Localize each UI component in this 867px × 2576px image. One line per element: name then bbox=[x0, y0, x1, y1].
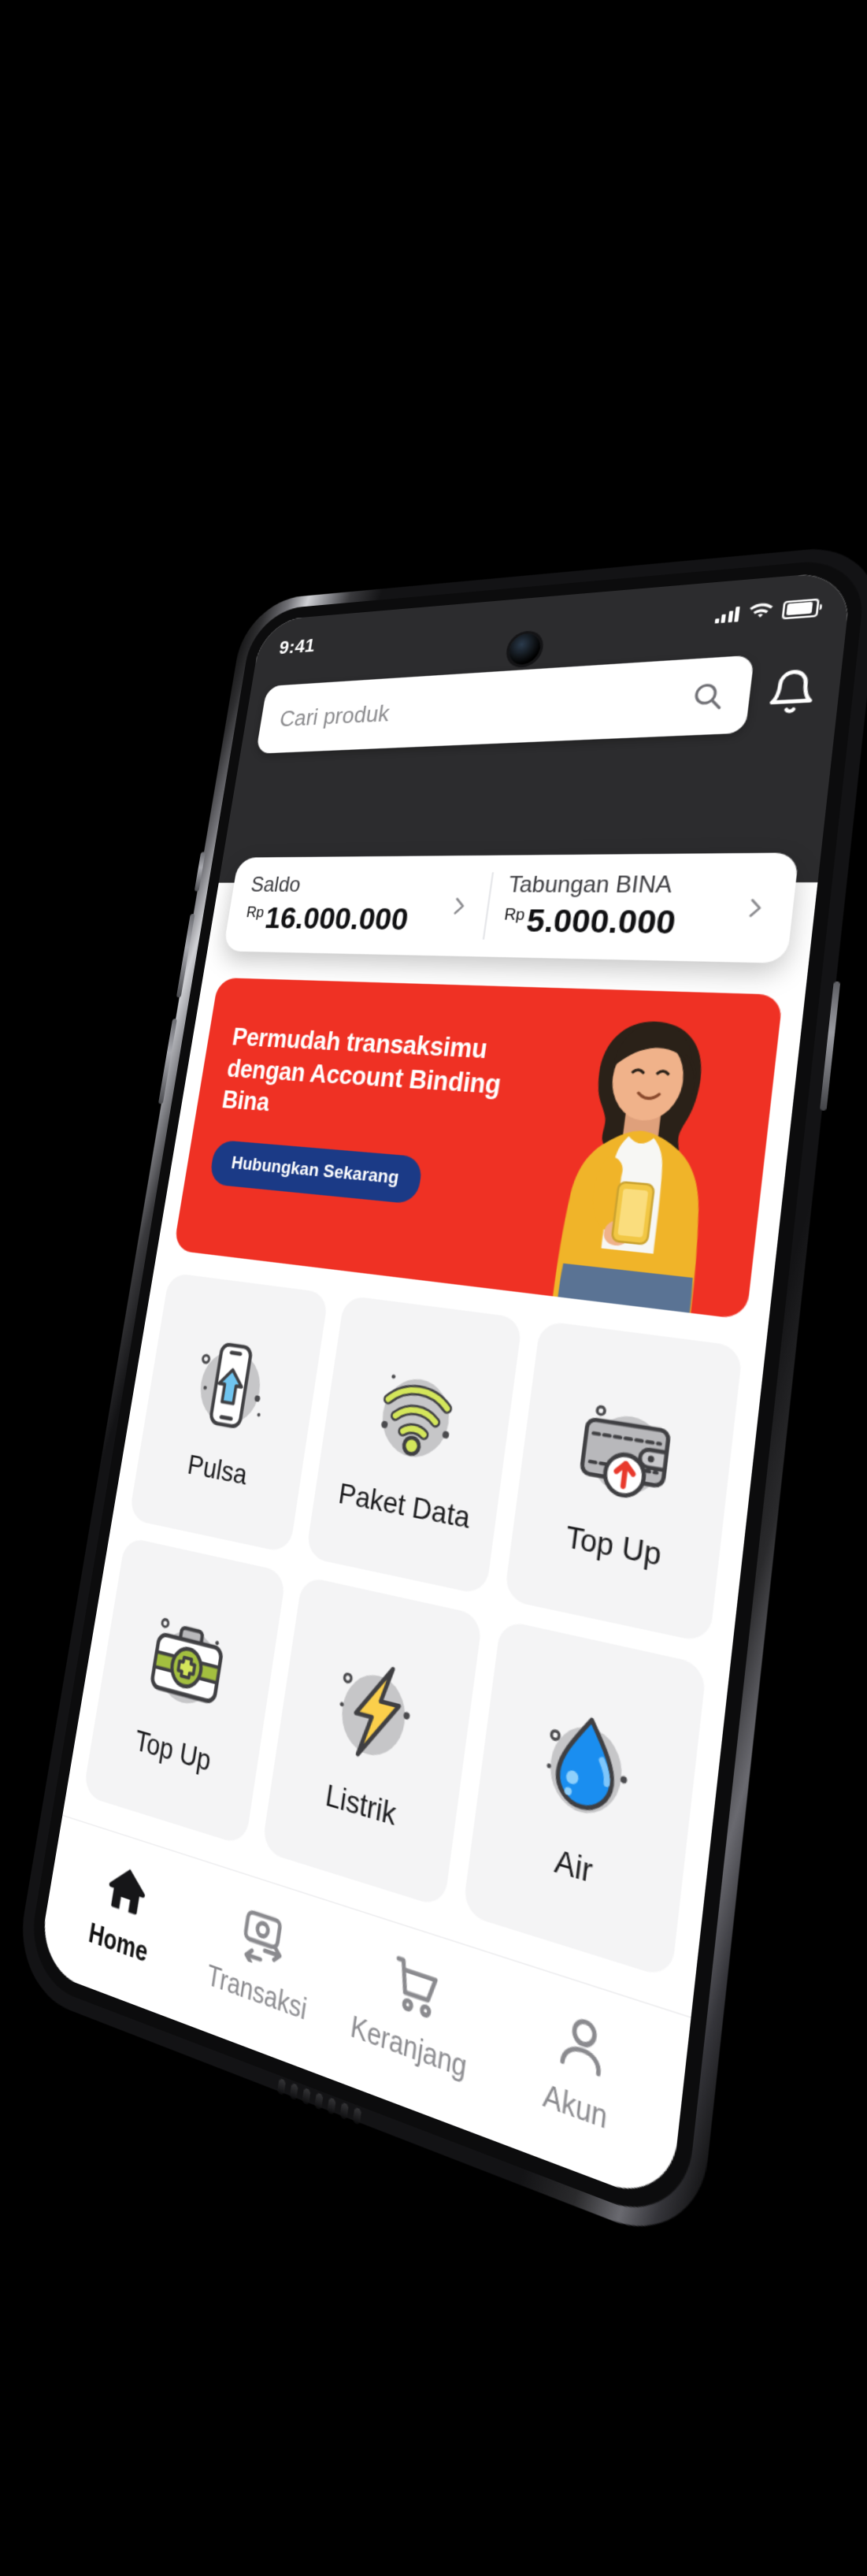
phone-screen: 9:41 Cari produk Saldo Rp16.000.000 Tabu… bbox=[36, 570, 853, 2208]
balance-label: Saldo bbox=[249, 873, 302, 897]
phone-device: 9:41 Cari produk Saldo Rp16.000.000 Tabu… bbox=[11, 542, 867, 2254]
service-tile-topup-medkit[interactable]: Top Up bbox=[82, 1536, 287, 1847]
phone-mockup-stage: 9:41 Cari produk Saldo Rp16.000.000 Tabu… bbox=[0, 0, 867, 2576]
home-icon bbox=[105, 1863, 148, 1917]
currency-prefix: Rp bbox=[502, 904, 526, 924]
service-label: Top Up bbox=[132, 1723, 213, 1778]
service-tile-paket-data[interactable]: Paket Data bbox=[304, 1295, 523, 1596]
water-drop-icon bbox=[544, 1685, 627, 1822]
tab-home[interactable]: Home bbox=[50, 1841, 198, 1984]
user-icon bbox=[549, 2003, 615, 2088]
service-label: Pulsa bbox=[185, 1448, 250, 1491]
lightning-bolt-icon bbox=[336, 1636, 410, 1787]
search-input[interactable]: Cari produk bbox=[255, 655, 754, 754]
service-tile-topup-wallet[interactable]: Top Up bbox=[503, 1320, 743, 1644]
balance-amount: Rp16.000.000 bbox=[243, 901, 443, 939]
promo-title: Permudah transaksimu dengan Account Bind… bbox=[220, 1022, 544, 1139]
bell-icon[interactable] bbox=[763, 664, 820, 718]
battery-icon bbox=[781, 597, 820, 619]
status-clock: 9:41 bbox=[277, 634, 317, 659]
promo-cta-button[interactable]: Hubungkan Sekarang bbox=[208, 1139, 424, 1204]
transaction-icon bbox=[236, 1900, 293, 1974]
service-label: Listrik bbox=[323, 1777, 398, 1832]
balance-value: 16.000.000 bbox=[262, 901, 410, 937]
service-tile-pulsa[interactable]: Pulsa bbox=[128, 1272, 328, 1554]
chevron-right-icon[interactable] bbox=[445, 893, 472, 918]
promo-text-block: Permudah transaksimu dengan Account Bind… bbox=[173, 978, 551, 1291]
service-label: Paket Data bbox=[335, 1476, 472, 1535]
tab-label: Keranjang bbox=[348, 2010, 469, 2085]
tab-keranjang[interactable]: Keranjang bbox=[327, 1932, 500, 2095]
tab-label: Akun bbox=[540, 2078, 609, 2136]
cart-icon bbox=[385, 1949, 446, 2028]
currency-prefix: Rp bbox=[245, 903, 265, 921]
balance-account-saldo[interactable]: Saldo Rp16.000.000 bbox=[228, 872, 491, 939]
service-tile-air[interactable]: Air bbox=[461, 1619, 707, 1980]
promo-banner[interactable]: Permudah transaksimu dengan Account Bind… bbox=[172, 977, 783, 1320]
app-header: 9:41 Cari produk Saldo Rp16.000.000 Tabu… bbox=[218, 570, 853, 963]
search-placeholder: Cari produk bbox=[277, 699, 391, 732]
signal-bars-icon bbox=[713, 605, 740, 623]
phone-topup-icon bbox=[195, 1324, 265, 1449]
service-label: Air bbox=[552, 1842, 595, 1890]
wifi-signal-icon bbox=[355, 1350, 477, 1484]
